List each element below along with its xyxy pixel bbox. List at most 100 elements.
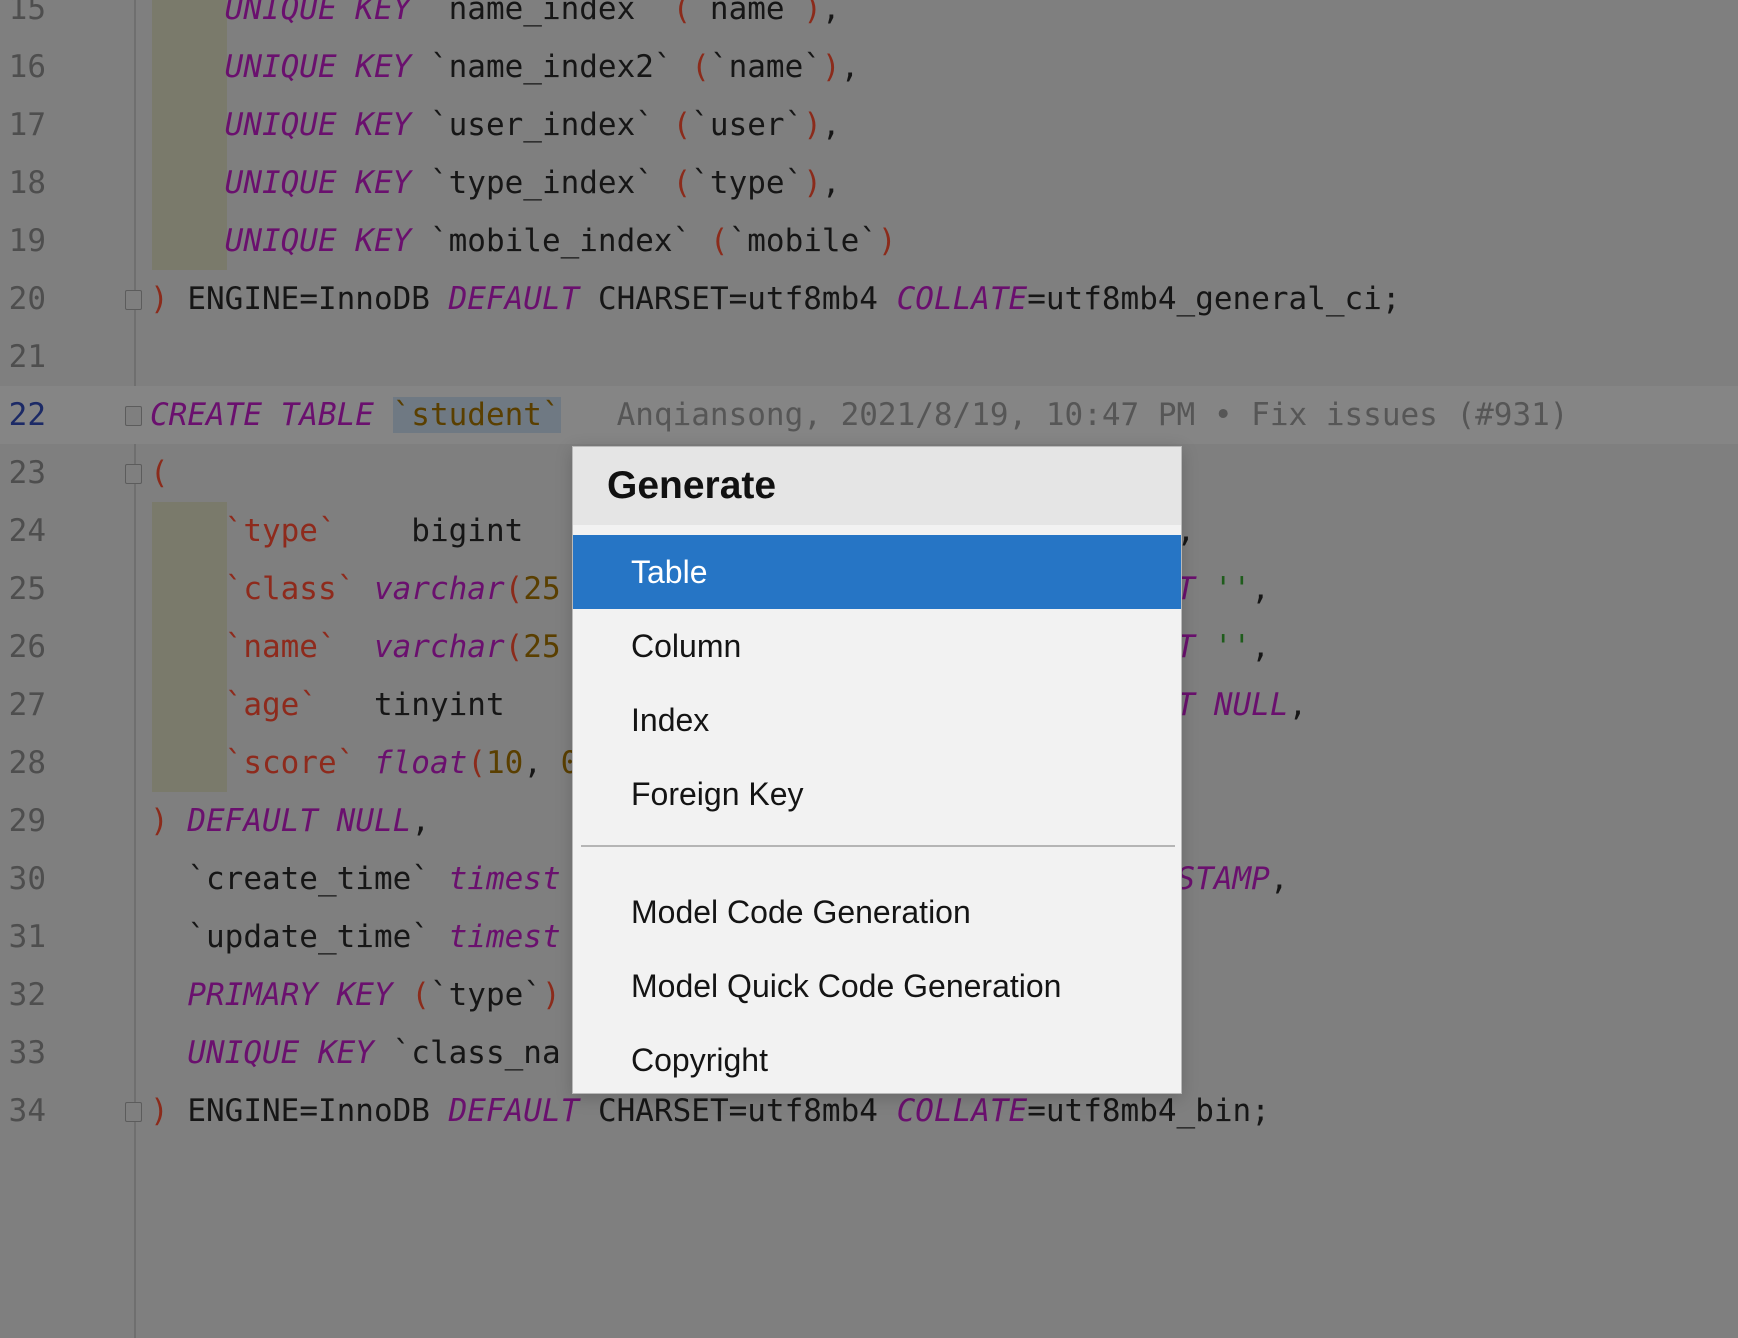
code-token-kw: COLLATE [896, 1093, 1028, 1129]
fold-marker-icon[interactable] [125, 1102, 142, 1122]
code-token-col: `name` [224, 629, 337, 665]
code-token-id [150, 977, 187, 1013]
code-token-paren: ( [467, 745, 486, 781]
code-token-paren: ) [803, 165, 822, 201]
code-line[interactable]: 18 UNIQUE KEY `type_index` (`type`), [0, 154, 1738, 212]
code-token-paren: ) [150, 281, 169, 317]
line-number: 18 [8, 165, 46, 201]
line-number: 32 [8, 977, 46, 1013]
code-text: UNIQUE KEY `mobile_index` (`mobile`) [150, 212, 897, 270]
code-token-id: tinyint [317, 687, 524, 723]
code-token-id [337, 629, 374, 665]
menu-item-model-code-generation[interactable]: Model Code Generation [573, 875, 1181, 949]
code-text: UNIQUE KEY `user_index` (`user`), [150, 96, 841, 154]
code-token-paren: ( [691, 49, 710, 85]
code-text: PRIMARY KEY (`type`) [150, 966, 561, 1024]
code-line[interactable]: 15 UNIQUE KEY `name_index` (`name`), [0, 0, 1738, 38]
code-line[interactable]: 17 UNIQUE KEY `user_index` (`user`), [0, 96, 1738, 154]
code-token-col: `type` [224, 513, 337, 549]
code-token-paren: ) [803, 107, 822, 143]
line-number: 28 [8, 745, 46, 781]
line-number: 26 [8, 629, 46, 665]
code-token-str: '' [1213, 571, 1252, 607]
line-number: 16 [8, 49, 46, 85]
code-token-kw: CREATE TABLE [150, 397, 374, 433]
code-token-kw: varchar [373, 571, 505, 607]
code-token-id [374, 397, 393, 433]
line-number: 17 [8, 107, 46, 143]
code-token-col: `age` [224, 687, 318, 723]
code-token-id [150, 1035, 187, 1071]
code-text: `update_time` timest [150, 908, 561, 966]
code-token-id [150, 687, 225, 723]
code-token-id: , [821, 0, 841, 27]
code-token-id: =utf8mb4_general_ci; [1027, 281, 1401, 317]
code-token-num: 25 [523, 571, 561, 607]
menu-item-copyright[interactable]: Copyright [573, 1023, 1181, 1097]
code-token-id [150, 571, 225, 607]
code-token-id: , [411, 803, 430, 839]
code-token-id [150, 745, 225, 781]
line-number: 19 [8, 223, 46, 259]
code-token-id [150, 49, 225, 85]
code-token-id [150, 107, 225, 143]
code-token-kw: UNIQUE KEY [224, 223, 412, 259]
code-token-paren: ( [504, 571, 524, 607]
line-number: 31 [8, 919, 46, 955]
code-token-paren: ) [541, 977, 561, 1013]
code-token-id [150, 165, 225, 201]
code-token-id: ENGINE=InnoDB [168, 281, 449, 317]
menu-item-index[interactable]: Index [573, 683, 1181, 757]
code-token-kw: varchar [373, 629, 505, 665]
code-token-paren: ( [672, 0, 692, 27]
code-token-paren: ) [877, 223, 897, 259]
code-line[interactable]: 16 UNIQUE KEY `name_index2` (`name`), [0, 38, 1738, 96]
code-token-id [150, 223, 225, 259]
code-text: UNIQUE KEY `name_index` (`name`), [150, 0, 841, 38]
code-line[interactable]: 20) ENGINE=InnoDB DEFAULT CHARSET=utf8mb… [0, 270, 1738, 328]
code-token-kw: PRIMARY KEY [187, 977, 393, 1013]
code-token-id: `name_index` [411, 0, 673, 27]
code-token-num: 25 [523, 629, 561, 665]
line-number: 24 [8, 513, 46, 549]
code-token-id: `name_index2` [411, 49, 692, 85]
line-number: 22 [8, 397, 46, 433]
code-token-paren: ( [150, 455, 169, 491]
code-text: UNIQUE KEY `name_index2` (`name`), [150, 38, 860, 96]
menu-item-model-quick-code-generation[interactable]: Model Quick Code Generation [573, 949, 1181, 1023]
code-token-id: `name` [709, 49, 822, 85]
code-token-kw: DEFAULT NULL [187, 803, 412, 839]
code-token-id [169, 803, 188, 839]
code-line[interactable]: 19 UNIQUE KEY `mobile_index` (`mobile`) [0, 212, 1738, 270]
code-token-id: , [1269, 861, 1289, 897]
menu-item-table[interactable]: Table [573, 535, 1181, 609]
code-text: ) DEFAULT NULL, [150, 792, 430, 850]
code-token-id: , [821, 165, 841, 201]
code-line[interactable]: 22 CREATE TABLE `student` Anqiansong, 202… [0, 386, 1738, 444]
line-number: 21 [8, 339, 46, 375]
fold-marker-icon[interactable] [125, 290, 142, 310]
code-token-kw: timest [448, 861, 561, 897]
line-number: 15 [8, 0, 46, 27]
fold-marker-icon[interactable] [125, 464, 142, 484]
code-token-paren: ) [150, 1093, 169, 1129]
code-token-id: `type_index` [411, 165, 673, 201]
code-line[interactable]: 21 [0, 328, 1738, 386]
code-token-id [355, 745, 374, 781]
menu-item-foreign-key[interactable]: Foreign Key [573, 757, 1181, 831]
code-token-id: `type` [691, 165, 804, 201]
menu-item-column[interactable]: Column [573, 609, 1181, 683]
code-token-id: `user` [691, 107, 804, 143]
code-text: UNIQUE KEY `class_na [150, 1024, 560, 1082]
fold-marker-icon[interactable] [125, 406, 142, 426]
code-text: CREATE TABLE `student` Anqiansong, 2021/… [150, 386, 1568, 444]
code-token-kw: timest [448, 919, 561, 955]
code-token-paren: ) [821, 49, 841, 85]
code-token-id [1195, 571, 1214, 607]
line-number: 33 [8, 1035, 46, 1071]
code-token-id: `update_time` [150, 919, 449, 955]
line-number: 34 [8, 1093, 46, 1129]
code-token-id: `create_time` [150, 861, 449, 897]
code-token-kw: UNIQUE KEY [187, 1035, 374, 1071]
line-number: 25 [8, 571, 46, 607]
